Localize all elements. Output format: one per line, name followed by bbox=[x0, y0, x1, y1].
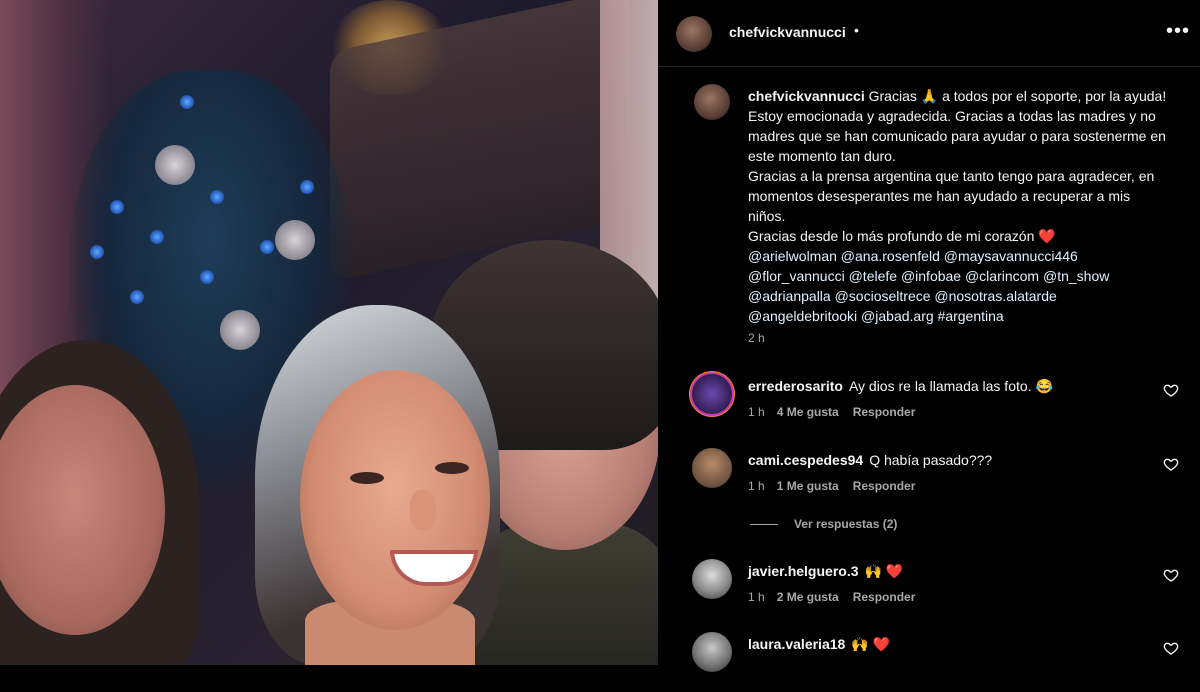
commenter-avatar[interactable] bbox=[692, 559, 732, 599]
tree-ornament bbox=[220, 310, 260, 350]
separator-dot: • bbox=[854, 22, 859, 38]
tree-light bbox=[110, 200, 124, 214]
comment-text: 🙌 ❤️ bbox=[864, 563, 904, 579]
tree-ornament bbox=[155, 145, 195, 185]
caption-author-avatar[interactable] bbox=[694, 84, 730, 120]
more-options-icon[interactable]: ••• bbox=[1163, 18, 1193, 48]
post-caption: chefvickvannucci Gracias 🙏 a todos por e… bbox=[748, 86, 1168, 326]
like-heart-icon[interactable] bbox=[1163, 456, 1179, 472]
caption-text-2: Gracias a la prensa argentina que tanto … bbox=[748, 168, 1155, 224]
comment-text: Ay dios re la llamada las foto. 😂 bbox=[848, 378, 1053, 394]
comment-text: 🙌 ❤️ bbox=[851, 636, 891, 652]
reply-button[interactable]: Responder bbox=[853, 405, 916, 419]
tree-light bbox=[130, 290, 144, 304]
commenter-username[interactable]: errederosarito bbox=[748, 378, 843, 394]
like-heart-icon[interactable] bbox=[1163, 382, 1179, 398]
like-heart-icon[interactable] bbox=[1163, 640, 1179, 656]
comment-item: javier.helguero.3 🙌 ❤️ 1 h 2 Me gusta Respo… bbox=[658, 559, 1200, 619]
commenter-avatar[interactable] bbox=[692, 632, 732, 672]
comment-text: Q había pasado??? bbox=[869, 452, 993, 468]
reply-button[interactable]: Responder bbox=[853, 479, 916, 493]
author-avatar[interactable] bbox=[676, 16, 712, 52]
tree-light bbox=[210, 190, 224, 204]
caption-timestamp[interactable]: 2 h bbox=[748, 331, 765, 345]
caption-text-3: Gracias desde lo más profundo de mi cora… bbox=[748, 228, 1056, 244]
tree-light bbox=[200, 270, 214, 284]
tree-ornament bbox=[275, 220, 315, 260]
commenter-username[interactable]: laura.valeria18 bbox=[748, 636, 845, 652]
like-heart-icon[interactable] bbox=[1163, 567, 1179, 583]
tree-light bbox=[180, 95, 194, 109]
tree-light bbox=[260, 240, 274, 254]
comment-time[interactable]: 1 h bbox=[748, 590, 765, 604]
tree-light bbox=[90, 245, 104, 259]
woman-eye bbox=[435, 462, 469, 474]
woman-nose bbox=[410, 490, 436, 530]
view-replies-label: Ver respuestas (2) bbox=[794, 517, 898, 531]
comment-item: laura.valeria18 🙌 ❤️ bbox=[658, 632, 1200, 692]
author-username[interactable]: chefvickvannucci bbox=[729, 24, 846, 40]
caption-mentions[interactable]: @arielwolman @ana.rosenfeld @maysavannuc… bbox=[748, 246, 1168, 326]
commenter-username[interactable]: javier.helguero.3 bbox=[748, 563, 859, 579]
commenter-username[interactable]: cami.cespedes94 bbox=[748, 452, 863, 468]
woman-eye bbox=[350, 472, 384, 484]
replies-divider-line bbox=[750, 524, 778, 526]
comment-likes[interactable]: 2 Me gusta bbox=[777, 590, 839, 604]
comment-time[interactable]: 1 h bbox=[748, 479, 765, 493]
post-photo[interactable] bbox=[0, 0, 658, 665]
post-side-panel: chefvickvannucci • ••• chefvickvannucci … bbox=[658, 0, 1200, 672]
tree-light bbox=[150, 230, 164, 244]
woman-face bbox=[300, 370, 490, 630]
comment-likes[interactable]: 1 Me gusta bbox=[777, 479, 839, 493]
view-replies-button[interactable]: Ver respuestas (2) bbox=[750, 517, 897, 531]
comment-item: cami.cespedes94 Q había pasado??? 1 h 1 Me… bbox=[658, 448, 1200, 508]
post-header: chefvickvannucci • ••• bbox=[658, 0, 1200, 67]
caption-author-username[interactable]: chefvickvannucci bbox=[748, 88, 865, 104]
comment-time[interactable]: 1 h bbox=[748, 405, 765, 419]
comment-item: errederosarito Ay dios re la llamada las … bbox=[658, 374, 1200, 434]
tree-light bbox=[300, 180, 314, 194]
reply-button[interactable]: Responder bbox=[853, 590, 916, 604]
commenter-avatar[interactable] bbox=[692, 374, 732, 414]
comment-likes[interactable]: 4 Me gusta bbox=[777, 405, 839, 419]
background-wall bbox=[330, 0, 630, 282]
commenter-avatar[interactable] bbox=[692, 448, 732, 488]
